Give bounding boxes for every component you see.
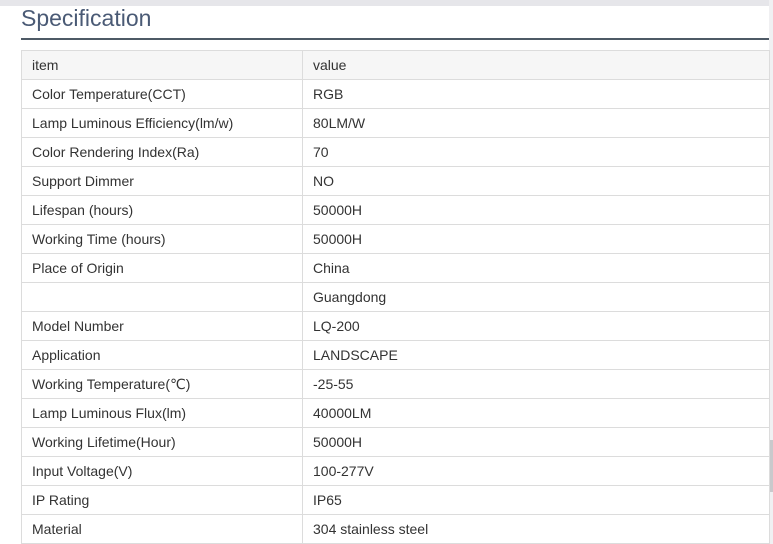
table-row: Guangdong xyxy=(21,282,770,312)
table-row: Support Dimmer NO xyxy=(21,166,770,196)
row-item-cell: Color Temperature(CCT) xyxy=(21,79,303,109)
table-row: Application LANDSCAPE xyxy=(21,340,770,370)
header-cell-item: item xyxy=(21,50,303,80)
table-row: IP Rating IP65 xyxy=(21,485,770,515)
row-item-cell: Input Voltage(V) xyxy=(21,456,303,486)
row-item-cell: Working Temperature(℃) xyxy=(21,369,303,399)
row-item-cell: IP Rating xyxy=(21,485,303,515)
row-value-cell: LANDSCAPE xyxy=(302,340,770,370)
table-row: Working Time (hours) 50000H xyxy=(21,224,770,254)
row-value-cell: IP65 xyxy=(302,485,770,515)
row-value-cell: 50000H xyxy=(302,427,770,457)
table-row: Working Temperature(℃) -25-55 xyxy=(21,369,770,399)
table-row: Input Voltage(V) 100-277V xyxy=(21,456,770,486)
row-value-cell: China xyxy=(302,253,770,283)
table-row: Lamp Luminous Efficiency(lm/w) 80LM/W xyxy=(21,108,770,138)
table-row: Model Number LQ-200 xyxy=(21,311,770,341)
row-item-cell: Support Dimmer xyxy=(21,166,303,196)
row-value-cell: LQ-200 xyxy=(302,311,770,341)
row-item-cell: Working Lifetime(Hour) xyxy=(21,427,303,457)
table-row: Working Lifetime(Hour) 50000H xyxy=(21,427,770,457)
row-item-cell: Lamp Luminous Efficiency(lm/w) xyxy=(21,108,303,138)
row-item-cell: Color Rendering Index(Ra) xyxy=(21,137,303,167)
row-item-cell: Application xyxy=(21,340,303,370)
row-value-cell: 100-277V xyxy=(302,456,770,486)
table-header-row: item value xyxy=(21,50,770,80)
row-value-cell: 50000H xyxy=(302,195,770,225)
row-value-cell: Guangdong xyxy=(302,282,770,312)
specification-table: item value Color Temperature(CCT) RGB Lamp… xyxy=(21,50,770,544)
row-item-cell: Lamp Luminous Flux(lm) xyxy=(21,398,303,428)
row-item-cell: Model Number xyxy=(21,311,303,341)
row-item-cell: Place of Origin xyxy=(21,253,303,283)
row-value-cell: 70 xyxy=(302,137,770,167)
title-divider xyxy=(21,38,769,40)
row-item-cell: Working Time (hours) xyxy=(21,224,303,254)
row-value-cell: NO xyxy=(302,166,770,196)
table-row: Lifespan (hours) 50000H xyxy=(21,195,770,225)
row-value-cell: -25-55 xyxy=(302,369,770,399)
row-value-cell: 80LM/W xyxy=(302,108,770,138)
row-item-cell xyxy=(21,282,303,312)
row-value-cell: 50000H xyxy=(302,224,770,254)
table-row: Color Temperature(CCT) RGB xyxy=(21,79,770,109)
table-row: Material 304 stainless steel xyxy=(21,514,770,544)
header-cell-value: value xyxy=(302,50,770,80)
row-value-cell: 304 stainless steel xyxy=(302,514,770,544)
table-row: Lamp Luminous Flux(lm) 40000LM xyxy=(21,398,770,428)
row-item-cell: Lifespan (hours) xyxy=(21,195,303,225)
section-title: Specification xyxy=(21,5,152,31)
row-value-cell: RGB xyxy=(302,79,770,109)
table-row: Place of Origin China xyxy=(21,253,770,283)
table-row: Color Rendering Index(Ra) 70 xyxy=(21,137,770,167)
row-item-cell: Material xyxy=(21,514,303,544)
row-value-cell: 40000LM xyxy=(302,398,770,428)
